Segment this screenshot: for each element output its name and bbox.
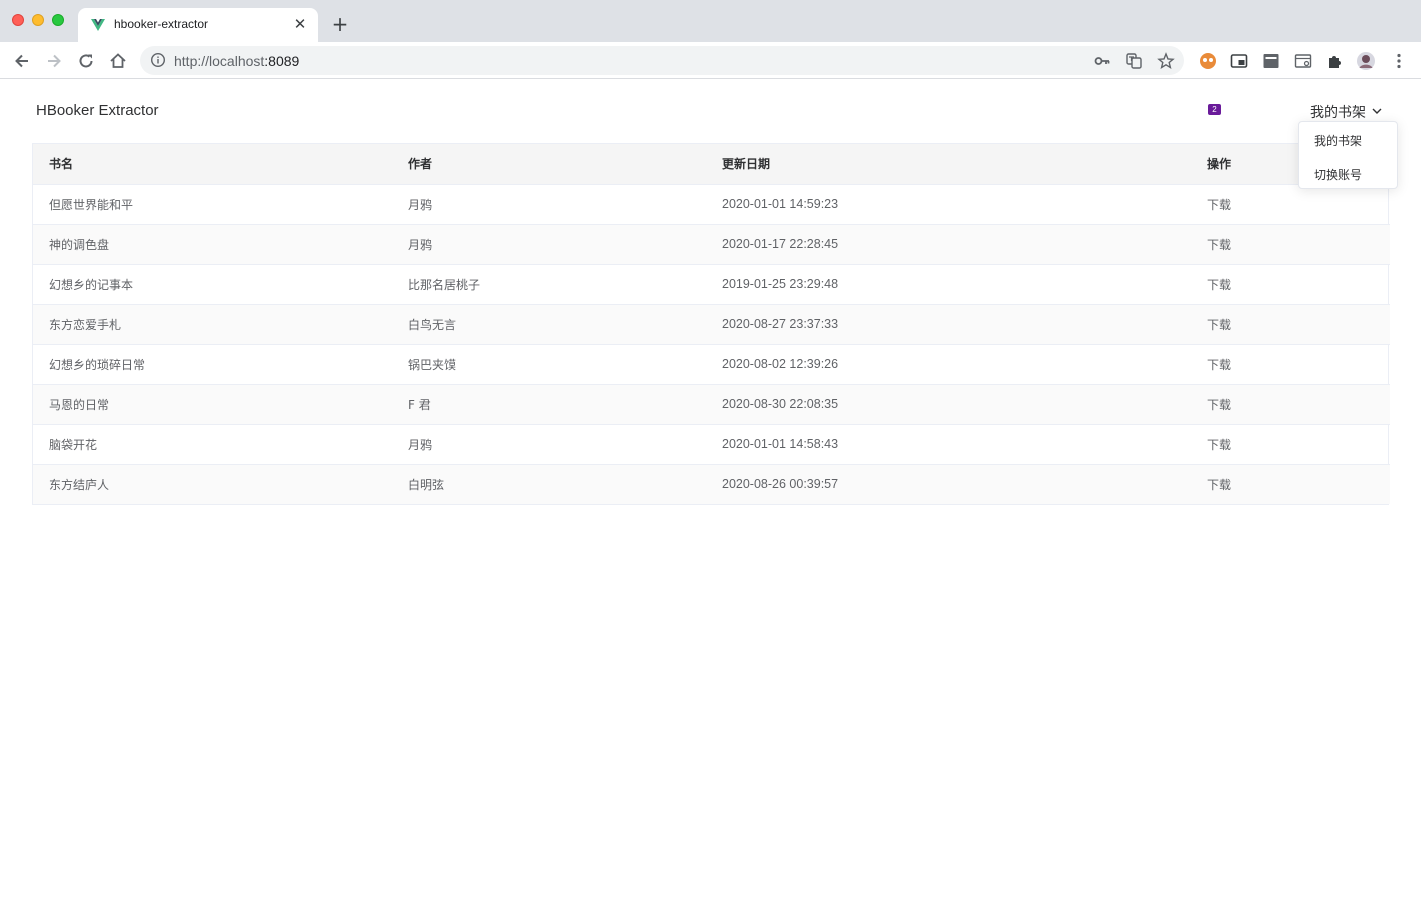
browser-toolbar: http://localhost:8089 2 — [0, 42, 1421, 115]
book-author: F 君 — [392, 384, 706, 425]
table-row: 脑袋开花 月鸦 2020-01-01 14:58:43 下载 — [33, 424, 1390, 465]
window-close-button[interactable] — [12, 14, 24, 26]
book-author: 月鸦 — [392, 224, 706, 265]
book-name: 马恩的日常 — [33, 384, 392, 425]
download-link[interactable]: 下载 — [1207, 318, 1231, 332]
table-row: 东方恋爱手札 白鸟无言 2020-08-27 23:37:33 下载 — [33, 304, 1390, 345]
book-name: 脑袋开花 — [33, 424, 392, 465]
column-header-date: 更新日期 — [706, 144, 1191, 185]
book-name: 幻想乡的记事本 — [33, 264, 392, 305]
table-row: 幻想乡的琐碎日常 锅巴夹馍 2020-08-02 12:39:26 下载 — [33, 344, 1390, 385]
site-info-icon[interactable] — [150, 52, 166, 68]
book-author: 白鸟无言 — [392, 304, 706, 345]
download-link[interactable]: 下载 — [1207, 438, 1231, 452]
book-name: 东方结庐人 — [33, 464, 392, 504]
bookshelf-menu-trigger[interactable]: 我的书架 — [1310, 102, 1382, 122]
book-update-date: 2020-01-17 22:28:45 — [706, 224, 1191, 265]
browser-tabstrip: hbooker-extractor ✕ + — [0, 0, 1421, 42]
window-zoom-button[interactable] — [52, 14, 64, 26]
extension-badge: 2 — [1208, 104, 1221, 115]
key-icon[interactable] — [1093, 52, 1111, 70]
address-bar[interactable]: http://localhost:8089 — [140, 46, 1184, 75]
download-link[interactable]: 下载 — [1207, 478, 1231, 492]
app-title: HBooker Extractor — [36, 102, 159, 119]
download-link[interactable]: 下载 — [1207, 358, 1231, 372]
table-row: 幻想乡的记事本 比那名居桃子 2019-01-25 23:29:48 下载 — [33, 264, 1390, 305]
bookmark-star-icon[interactable] — [1157, 52, 1175, 70]
screen-capture-extension-icon[interactable] — [1261, 51, 1281, 71]
table-row: 东方结庐人 白明弦 2020-08-26 00:39:57 下载 — [33, 464, 1390, 504]
book-author: 月鸦 — [392, 424, 706, 465]
back-arrow-icon[interactable] — [11, 50, 33, 72]
url-host: http://localhost — [174, 53, 265, 69]
picture-in-picture-icon[interactable] — [1229, 51, 1249, 71]
profile-avatar-icon[interactable] — [1356, 51, 1376, 71]
translate-icon[interactable] — [1125, 52, 1143, 70]
download-link[interactable]: 下载 — [1207, 278, 1231, 292]
download-link[interactable]: 下载 — [1207, 198, 1231, 212]
new-tab-button[interactable]: + — [328, 12, 352, 36]
column-header-name: 书名 — [33, 144, 392, 185]
download-link[interactable]: 下载 — [1207, 398, 1231, 412]
book-update-date: 2020-08-27 23:37:33 — [706, 304, 1191, 345]
extensions-puzzle-icon[interactable] — [1325, 51, 1345, 71]
book-author: 月鸦 — [392, 184, 706, 225]
home-icon[interactable] — [107, 50, 129, 72]
vue-logo-icon — [91, 19, 105, 31]
url-port: :8089 — [264, 53, 300, 69]
book-update-date: 2020-08-02 12:39:26 — [706, 344, 1191, 385]
book-update-date: 2020-01-01 14:59:23 — [706, 184, 1191, 225]
books-table: 书名 作者 更新日期 操作 但愿世界能和平 月鸦 2020-01-01 14:5… — [32, 143, 1390, 505]
download-link[interactable]: 下载 — [1207, 238, 1231, 252]
table-row: 但愿世界能和平 月鸦 2020-01-01 14:59:23 下载 — [33, 184, 1390, 225]
reload-icon[interactable] — [75, 50, 97, 72]
dropdown-item-bookshelf[interactable]: 我的书架 — [1314, 132, 1362, 149]
browser-tab-active[interactable]: hbooker-extractor ✕ — [78, 8, 318, 42]
chevron-down-icon — [1372, 108, 1382, 114]
book-author: 锅巴夹馍 — [392, 344, 706, 385]
tab-close-icon[interactable]: ✕ — [290, 14, 310, 34]
browser-menu-icon[interactable] — [1389, 51, 1409, 71]
tab-title: hbooker-extractor — [114, 17, 209, 31]
table-row: 神的调色盘 月鸦 2020-01-17 22:28:45 下载 — [33, 224, 1390, 265]
book-name: 神的调色盘 — [33, 224, 392, 265]
dropdown-item-switch-account[interactable]: 切换账号 — [1314, 166, 1362, 183]
table-header-row: 书名 作者 更新日期 操作 — [33, 144, 1390, 185]
column-header-author: 作者 — [392, 144, 706, 185]
window-extension-icon[interactable] — [1293, 51, 1313, 71]
book-author: 比那名居桃子 — [392, 264, 706, 305]
url-text[interactable]: http://localhost:8089 — [174, 53, 299, 69]
book-update-date: 2020-08-30 22:08:35 — [706, 384, 1191, 425]
book-update-date: 2019-01-25 23:29:48 — [706, 264, 1191, 305]
book-update-date: 2020-01-01 14:58:43 — [706, 424, 1191, 465]
tampermonkey-extension-icon[interactable] — [1198, 51, 1218, 71]
book-name: 但愿世界能和平 — [33, 184, 392, 225]
table-row: 马恩的日常 F 君 2020-08-30 22:08:35 下载 — [33, 384, 1390, 425]
bookshelf-dropdown-menu: 我的书架 切换账号 — [1298, 121, 1398, 189]
book-author: 白明弦 — [392, 464, 706, 504]
forward-arrow-icon[interactable] — [43, 50, 65, 72]
menu-trigger-label: 我的书架 — [1310, 105, 1366, 121]
window-minimize-button[interactable] — [32, 14, 44, 26]
book-name: 东方恋爱手札 — [33, 304, 392, 345]
book-update-date: 2020-08-26 00:39:57 — [706, 464, 1191, 504]
book-name: 幻想乡的琐碎日常 — [33, 344, 392, 385]
